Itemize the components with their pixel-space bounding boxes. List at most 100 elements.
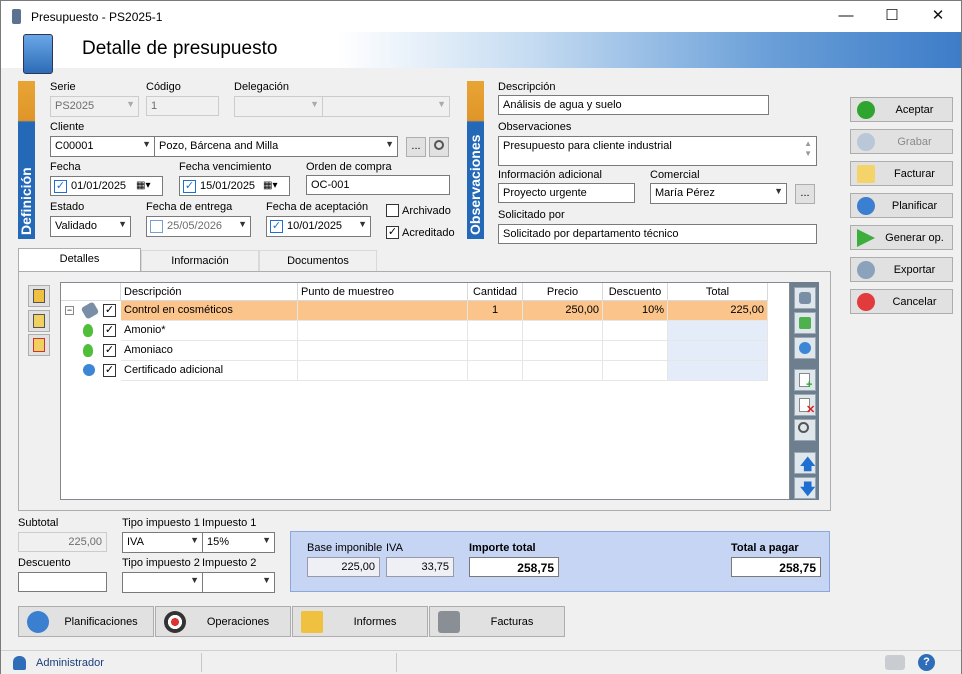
cell-descuento[interactable]	[603, 321, 668, 341]
descripcion-field[interactable]: Análisis de agua y suelo	[498, 95, 769, 115]
grabar-button[interactable]: Grabar	[850, 129, 953, 154]
tipo-impuesto-1-select[interactable]: IVA ▼	[122, 532, 203, 553]
cell-precio[interactable]	[523, 361, 603, 381]
generar-op-button[interactable]: Generar op.	[850, 225, 953, 250]
cliente-name-select[interactable]: Pozo, Bárcena and Milla ▼	[154, 136, 398, 157]
table-row[interactable]: ✓ Amoniaco	[61, 341, 768, 361]
column-header-cantidad[interactable]: Cantidad	[468, 283, 523, 301]
cell-descripcion[interactable]: Control en cosméticos	[121, 301, 298, 321]
row-checkbox[interactable]: ✓	[103, 364, 116, 377]
calendar-icon[interactable]: ▦▾	[263, 180, 277, 191]
row-checkbox[interactable]: ✓	[103, 304, 116, 317]
cell-total[interactable]: 225,00	[668, 301, 768, 321]
search-line-button[interactable]	[794, 419, 816, 441]
row-checkbox[interactable]: ✓	[103, 324, 116, 337]
comercial-browse-button[interactable]: ...	[795, 184, 815, 204]
archivado-checkbox[interactable]	[386, 204, 399, 217]
column-header-descripcion[interactable]: Descripción	[121, 283, 298, 301]
cell-punto[interactable]	[298, 361, 468, 381]
estado-select[interactable]: Validado ▼	[50, 216, 131, 237]
move-up-button[interactable]: 🡅	[794, 452, 816, 474]
scroll-arrows-icon[interactable]: ▲ ▼	[804, 139, 812, 159]
facturas-button[interactable]: Facturas	[429, 606, 565, 637]
cell-precio[interactable]: 250,00	[523, 301, 603, 321]
grid-tool-1-button[interactable]	[28, 285, 50, 307]
descuento-field[interactable]	[18, 572, 107, 592]
table-row[interactable]: ✓ Certificado adicional	[61, 361, 768, 381]
planificar-button[interactable]: Planificar	[850, 193, 953, 218]
info-field[interactable]: Proyecto urgente	[498, 183, 635, 203]
cell-cantidad[interactable]	[468, 361, 523, 381]
impuesto-2-select[interactable]: ▼	[202, 572, 275, 593]
delegacion-name-select[interactable]: ▼	[322, 96, 450, 117]
maximize-button[interactable]: ☐	[869, 1, 915, 32]
planificaciones-button[interactable]: Planificaciones	[18, 606, 154, 637]
exportar-button[interactable]: Exportar	[850, 257, 953, 282]
orden-field[interactable]: OC-001	[306, 175, 450, 195]
cell-punto[interactable]	[298, 341, 468, 361]
cell-total[interactable]	[668, 361, 768, 381]
observaciones-textarea[interactable]: Presupuesto para cliente industrial ▲ ▼	[498, 136, 817, 166]
cliente-search-button[interactable]	[429, 137, 449, 157]
collapse-icon[interactable]: −	[65, 306, 74, 315]
import-button[interactable]	[794, 312, 816, 334]
tab-informacion[interactable]: Información	[141, 250, 259, 272]
tipo-impuesto-2-select[interactable]: ▼	[122, 572, 203, 593]
cell-cantidad[interactable]: 1	[468, 301, 523, 321]
cell-descripcion[interactable]: Certificado adicional	[121, 361, 298, 381]
delegacion-code-select[interactable]: ▼	[234, 96, 323, 117]
printer-icon[interactable]	[885, 655, 905, 670]
cell-descripcion[interactable]: Amoniaco	[121, 341, 298, 361]
minimize-button[interactable]: —	[823, 1, 869, 32]
comercial-select[interactable]: María Pérez ▼	[650, 183, 787, 204]
cell-descuento[interactable]	[603, 341, 668, 361]
tab-documentos[interactable]: Documentos	[259, 250, 377, 272]
estado-value: Validado	[55, 220, 97, 232]
solicitado-field[interactable]: Solicitado por departamento técnico	[498, 224, 817, 244]
grid-tool-3-button[interactable]	[28, 334, 50, 356]
cell-precio[interactable]	[523, 341, 603, 361]
delete-line-button[interactable]: ✕	[794, 394, 816, 416]
cliente-code-select[interactable]: C00001 ▼	[50, 136, 155, 157]
column-header-total[interactable]: Total	[668, 283, 768, 301]
row-checkbox[interactable]: ✓	[103, 344, 116, 357]
table-row[interactable]: − ✓ Control en cosméticos 1 250,00 10% 2…	[61, 301, 768, 321]
cell-descuento[interactable]	[603, 361, 668, 381]
table-row[interactable]: ✓ Amonio*	[61, 321, 768, 341]
cell-cantidad[interactable]	[468, 321, 523, 341]
fecha-entrega-checkbox[interactable]	[150, 220, 163, 233]
column-header-precio[interactable]: Precio	[523, 283, 603, 301]
cancelar-button[interactable]: Cancelar	[850, 289, 953, 314]
grid-tool-2-button[interactable]	[28, 310, 50, 332]
new-line-button[interactable]: +	[794, 369, 816, 391]
cell-punto[interactable]	[298, 301, 468, 321]
cell-precio[interactable]	[523, 321, 603, 341]
informes-button[interactable]: Informes	[292, 606, 428, 637]
cell-punto[interactable]	[298, 321, 468, 341]
acreditado-checkbox[interactable]: ✓	[386, 226, 399, 239]
cell-descuento[interactable]: 10%	[603, 301, 668, 321]
cliente-browse-button[interactable]: ...	[406, 137, 426, 157]
fecha-checkbox[interactable]: ✓	[54, 180, 67, 193]
facturar-button[interactable]: Facturar	[850, 161, 953, 186]
help-icon[interactable]: ?	[918, 654, 935, 671]
cell-total[interactable]	[668, 321, 768, 341]
fecha-venc-checkbox[interactable]: ✓	[183, 180, 196, 193]
cell-descripcion[interactable]: Amonio*	[121, 321, 298, 341]
fecha-acept-checkbox[interactable]: ✓	[270, 220, 283, 233]
web-button[interactable]	[794, 337, 816, 359]
cell-total[interactable]	[668, 341, 768, 361]
move-down-button[interactable]: 🡇	[794, 477, 816, 499]
calendar-icon[interactable]: ▦▾	[136, 180, 150, 191]
codigo-field[interactable]: 1	[146, 96, 219, 116]
add-sample-button[interactable]	[794, 287, 816, 309]
aceptar-button[interactable]: Aceptar	[850, 97, 953, 122]
column-header-descuento[interactable]: Descuento	[603, 283, 668, 301]
operaciones-button[interactable]: Operaciones	[155, 606, 291, 637]
impuesto-1-select[interactable]: 15% ▼	[202, 532, 275, 553]
column-header-punto[interactable]: Punto de muestreo	[298, 283, 468, 301]
serie-select[interactable]: PS2025 ▼	[50, 96, 139, 117]
close-button[interactable]: ✕	[915, 1, 961, 32]
cell-cantidad[interactable]	[468, 341, 523, 361]
tab-detalles[interactable]: Detalles	[18, 248, 141, 272]
